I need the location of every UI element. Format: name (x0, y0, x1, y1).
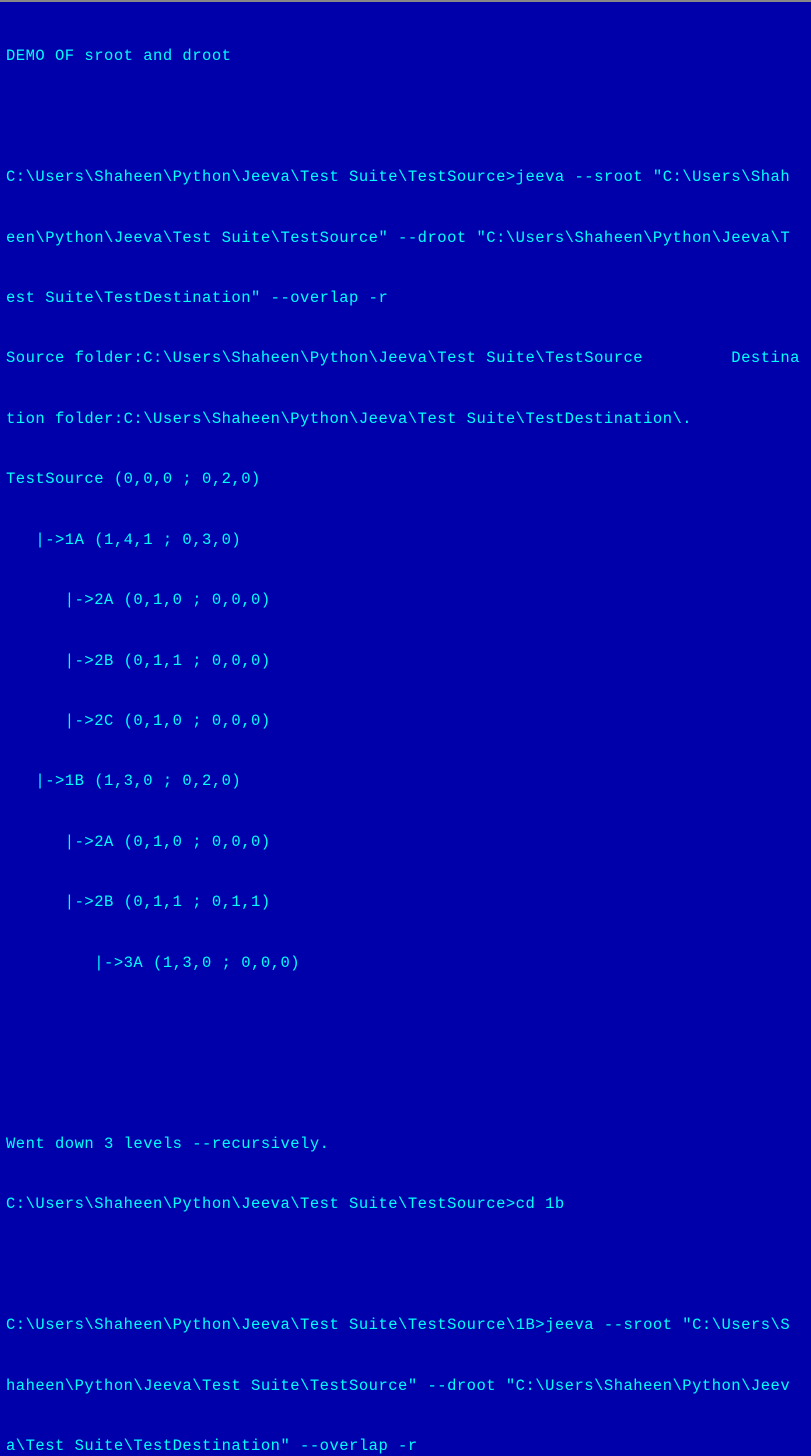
terminal-line: Source folder:C:\Users\Shaheen\Python\Je… (6, 348, 805, 368)
terminal-line: |->2B (0,1,1 ; 0,1,1) (6, 892, 805, 912)
terminal-output[interactable]: DEMO OF sroot and droot C:\Users\Shaheen… (6, 6, 805, 1456)
terminal-line: C:\Users\Shaheen\Python\Jeeva\Test Suite… (6, 1315, 805, 1335)
terminal-line (6, 1013, 805, 1033)
terminal-line (6, 1255, 805, 1275)
terminal-line: |->2A (0,1,0 ; 0,0,0) (6, 590, 805, 610)
terminal-line: |->1B (1,3,0 ; 0,2,0) (6, 771, 805, 791)
terminal-line: tion folder:C:\Users\Shaheen\Python\Jeev… (6, 409, 805, 429)
terminal-line: DEMO OF sroot and droot (6, 46, 805, 66)
terminal-line: |->2C (0,1,0 ; 0,0,0) (6, 711, 805, 731)
terminal-line: |->2B (0,1,1 ; 0,0,0) (6, 651, 805, 671)
terminal-line: C:\Users\Shaheen\Python\Jeeva\Test Suite… (6, 167, 805, 187)
terminal-line: |->3A (1,3,0 ; 0,0,0) (6, 953, 805, 973)
terminal-line: een\Python\Jeeva\Test Suite\TestSource" … (6, 228, 805, 248)
terminal-line: Went down 3 levels --recursively. (6, 1134, 805, 1154)
terminal-line: |->1A (1,4,1 ; 0,3,0) (6, 530, 805, 550)
terminal-line: est Suite\TestDestination" --overlap -r (6, 288, 805, 308)
terminal-line: a\Test Suite\TestDestination" --overlap … (6, 1436, 805, 1456)
terminal-line: |->2A (0,1,0 ; 0,0,0) (6, 832, 805, 852)
terminal-line: C:\Users\Shaheen\Python\Jeeva\Test Suite… (6, 1194, 805, 1214)
terminal-line (6, 107, 805, 127)
terminal-line (6, 1073, 805, 1093)
terminal-line: TestSource (0,0,0 ; 0,2,0) (6, 469, 805, 489)
terminal-line: haheen\Python\Jeeva\Test Suite\TestSourc… (6, 1376, 805, 1396)
